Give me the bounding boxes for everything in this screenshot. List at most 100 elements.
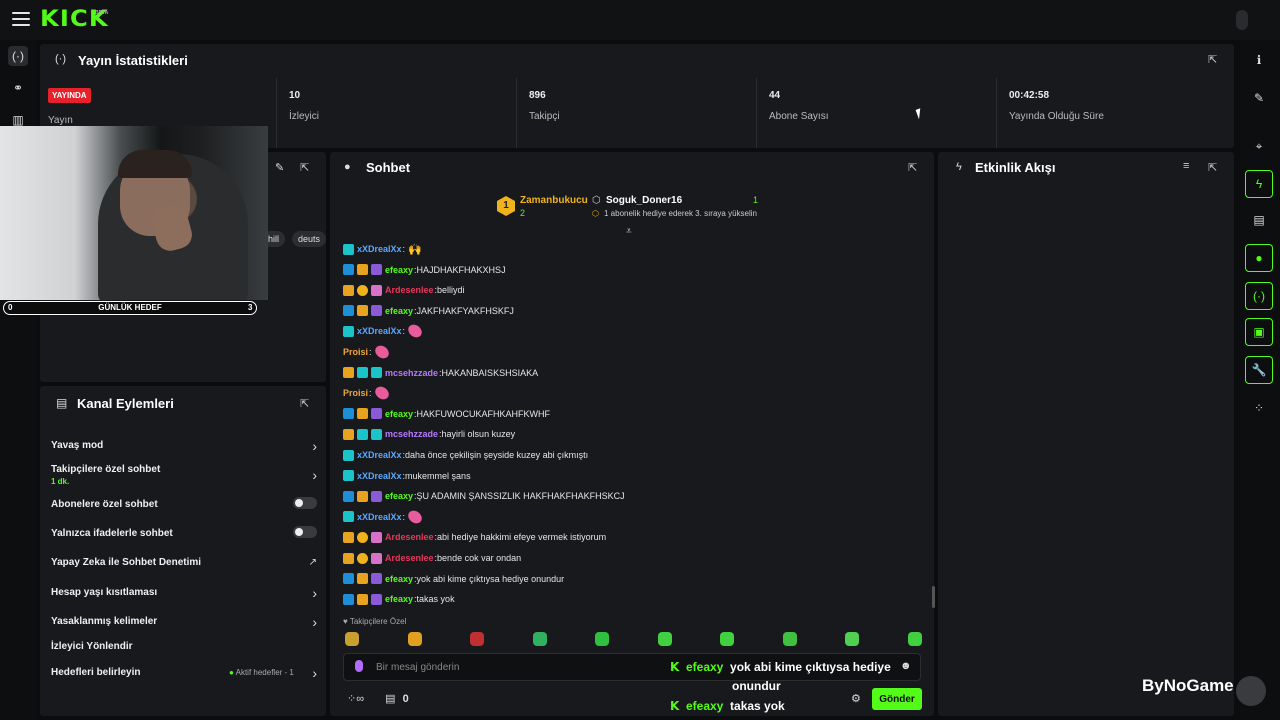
chat-text: daha önce çekilişin şeyside kuzey abi çı…	[405, 450, 589, 460]
emote-icon[interactable]	[595, 632, 609, 646]
emote-icon[interactable]	[407, 632, 422, 646]
emoji-icon[interactable]: ☻	[900, 660, 912, 672]
chat-username[interactable]: xXDrealXx	[357, 471, 402, 481]
emote-icon[interactable]	[345, 632, 359, 646]
mic-icon[interactable]	[355, 660, 363, 672]
action-followers-only[interactable]: Takipçilere özel sohbet ›	[51, 464, 317, 483]
tag-chip[interactable]: deuts	[292, 231, 327, 247]
chat-username[interactable]: Ardesenlee	[385, 285, 434, 295]
emote-icon[interactable]	[657, 632, 672, 646]
wrench-icon[interactable]: 🔧	[1245, 356, 1273, 384]
emote-icon[interactable]	[782, 632, 797, 646]
chat-username[interactable]: mcsehzzade	[385, 429, 438, 439]
chat-username[interactable]: mcsehzzade	[385, 368, 438, 378]
chat-text: abi hediye hakkimi efeye vermek istiyoru…	[437, 532, 607, 543]
chat-message[interactable]: efeaxy: ŞU ADAMIN ŞANSSIZLIK HAKFHAKFHAK…	[343, 488, 625, 504]
popout-icon[interactable]: ⇱	[300, 397, 309, 410]
top-gifter[interactable]: Zamanbukucu	[520, 195, 588, 206]
chat-icon[interactable]: ●	[1245, 244, 1273, 272]
link-icon[interactable]: ⚭	[8, 78, 28, 98]
chat-message[interactable]: efeaxy: takas yok	[343, 591, 455, 607]
chat-message[interactable]: efeaxy: JAKFHAKFYAKFHSKFJ	[343, 303, 514, 319]
emote-icon[interactable]	[470, 632, 484, 646]
chat-message[interactable]: Ardesenlee: belliydi	[343, 282, 465, 298]
settings-icon[interactable]: ⚙	[851, 692, 861, 705]
activity-feed-panel	[938, 152, 1234, 716]
chat-username[interactable]: efeaxy	[385, 574, 413, 584]
chat-scrollbar[interactable]	[932, 586, 935, 608]
popout-icon[interactable]: ⇱	[1208, 53, 1217, 66]
chat-username[interactable]: efeaxy	[385, 409, 413, 419]
chat-username[interactable]: Proisi	[343, 388, 368, 398]
action-banned-words[interactable]: Yasaklanmış kelimeler ›	[51, 614, 317, 630]
popout-icon[interactable]: ⇱	[1208, 161, 1217, 174]
chat-username[interactable]: xXDrealXx	[357, 450, 402, 460]
popout-icon[interactable]: ⇱	[300, 161, 309, 174]
chat-message[interactable]: xXDrealXx:	[343, 507, 424, 526]
chat-username[interactable]: efeaxy	[385, 265, 413, 275]
edit-icon[interactable]: ✎	[275, 161, 284, 174]
chat-message[interactable]: efeaxy: yok abi kime çıktıysa hediye onu…	[343, 571, 564, 587]
broadcast-icon[interactable]: (·)	[1245, 282, 1273, 310]
chat-username[interactable]: Ardesenlee	[385, 553, 434, 563]
collapse-icon[interactable]: ⩡	[626, 226, 632, 237]
apps-icon[interactable]: ⁘	[1245, 394, 1273, 422]
chat-message[interactable]: Ardesenlee: bende cok var ondan	[343, 550, 521, 566]
action-account-age[interactable]: Hesap yaşı kısıtlaması ›	[51, 585, 317, 601]
action-slow-mode[interactable]: Yavaş mod ›	[51, 438, 317, 454]
chat-message[interactable]: Ardesenlee: abi hediye hakkimi efeye ver…	[343, 529, 606, 545]
clipboard-icon[interactable]: ▤	[1245, 206, 1273, 234]
points-icon[interactable]: ⁘∞	[347, 693, 364, 705]
user-badge-icon	[343, 284, 354, 296]
chat-username[interactable]: Proisi	[343, 347, 368, 357]
chat-text: takas yok	[416, 594, 455, 605]
chat-message[interactable]: xXDrealXx:	[343, 322, 424, 341]
send-button[interactable]: Gönder	[872, 688, 922, 710]
emote-icon[interactable]	[532, 632, 547, 646]
layout-icon[interactable]: ▣	[1245, 318, 1273, 346]
emote-icon[interactable]	[907, 632, 922, 646]
action-emote-only[interactable]: Yalnızca ifadelerle sohbet	[51, 526, 317, 539]
avatar[interactable]	[1236, 10, 1248, 30]
second-gifter[interactable]: Soguk_Doner16	[606, 195, 682, 206]
lightning-icon[interactable]: ϟ	[1245, 170, 1273, 198]
toggle-switch[interactable]	[293, 497, 317, 509]
emote-icon[interactable]	[720, 632, 734, 646]
chat-username[interactable]: xXDrealXx	[357, 512, 402, 522]
chat-username[interactable]: xXDrealXx	[357, 326, 402, 336]
chat-message[interactable]: efeaxy: HAKFUWOCUKAFHKAHFKWHF	[343, 406, 550, 422]
store-icon[interactable]: ▤	[385, 693, 395, 705]
followers-duration: 1 dk.	[51, 477, 70, 486]
emote-icon[interactable]	[845, 632, 859, 646]
focus-icon[interactable]: ⌖	[1245, 132, 1273, 160]
chat-message[interactable]: efeaxy: HAJDHAKFHAKXHSJ	[343, 262, 506, 278]
stream-icon[interactable]: (·)	[8, 46, 28, 66]
chat-message[interactable]: xXDrealXx: daha önce çekilişin şeyside k…	[343, 447, 588, 463]
chat-username[interactable]: efeaxy	[385, 594, 413, 604]
action-raid[interactable]: İzleyici Yönlendir	[51, 641, 317, 652]
chat-username[interactable]: efeaxy	[385, 306, 413, 316]
action-ai-moderation[interactable]: Yapay Zeka ile Sohbet Denetimi ↗	[51, 557, 317, 568]
toggle-switch[interactable]	[293, 526, 317, 538]
filter-icon[interactable]: ≡	[1183, 160, 1189, 172]
stat-label: Takipçi	[529, 111, 560, 122]
chat-username[interactable]: xXDrealXx	[357, 244, 402, 254]
action-subscribers-only[interactable]: Abonelere özel sohbet	[51, 497, 317, 510]
action-goals[interactable]: Hedefleri belirleyin ● Aktif hedefler - 1…	[51, 665, 317, 681]
chat-message[interactable]: Proisi:	[343, 384, 391, 403]
chat-message[interactable]: xXDrealXx: mukemmel şans	[343, 468, 471, 484]
user-badge-icon	[343, 449, 354, 461]
popout-icon[interactable]: ⇱	[908, 161, 917, 174]
info-icon[interactable]: ℹ	[1245, 46, 1273, 74]
chat-username[interactable]: Ardesenlee	[385, 532, 434, 542]
pencil-icon[interactable]: ✎	[1245, 84, 1273, 112]
chevron-right-icon: ›	[312, 665, 317, 681]
user-badge-icon	[343, 511, 354, 523]
chat-message[interactable]: Proisi:	[343, 342, 391, 362]
chat-message[interactable]: xXDrealXx: 🙌	[343, 241, 422, 257]
chat-message[interactable]: mcsehzzade: hayirli olsun kuzey	[343, 426, 515, 442]
chat-username[interactable]: efeaxy	[385, 491, 413, 501]
chat-message[interactable]: mcsehzzade: HAKANBAISKSHSIAKA	[343, 365, 538, 381]
stat-subscribers: 44 Abone Sayısı	[756, 78, 996, 148]
menu-icon[interactable]	[12, 12, 30, 28]
